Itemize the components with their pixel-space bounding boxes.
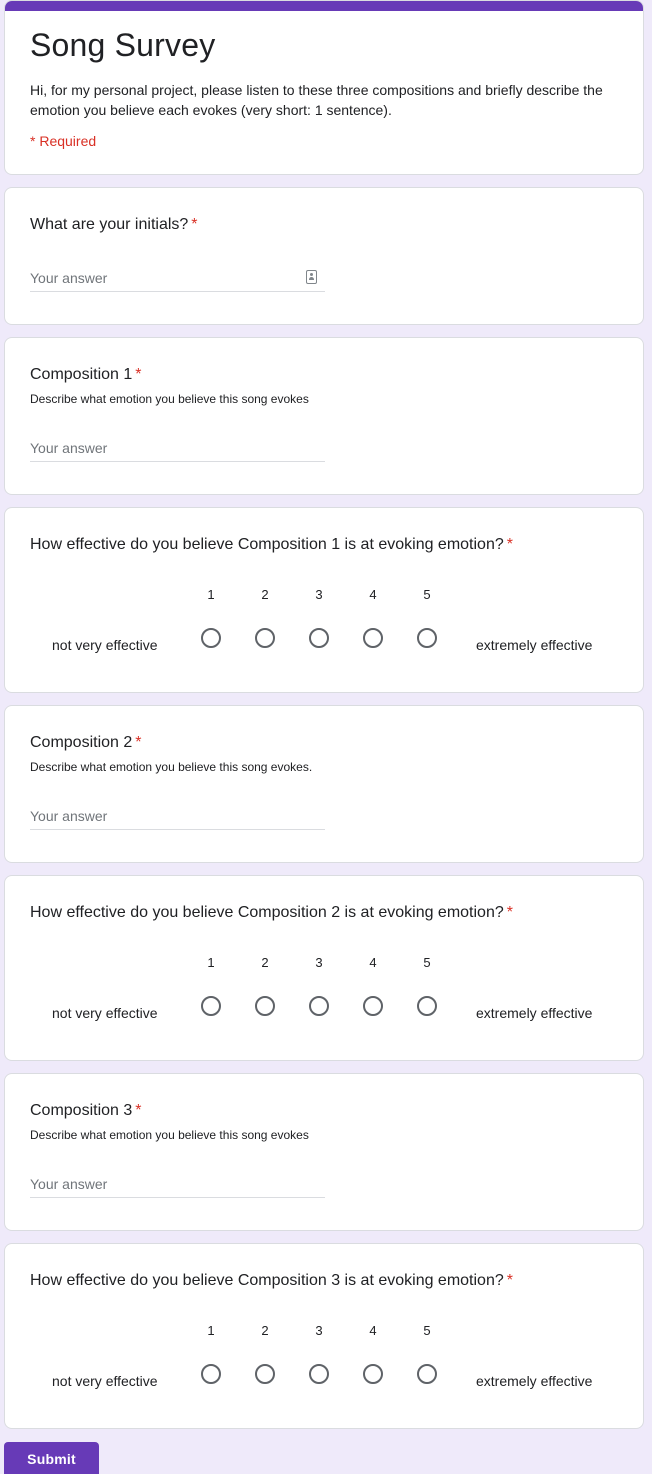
question-title: How effective do you believe Composition…: [30, 904, 513, 921]
answer-placeholder: Your answer: [30, 808, 108, 824]
question-card-rating-3: How effective do you believe Composition…: [4, 1243, 644, 1429]
question-card-composition-2: Composition 2 * Describe what emotion you…: [4, 705, 644, 863]
rating-radio-1[interactable]: [201, 628, 221, 648]
scale-number: 5: [423, 1323, 431, 1338]
question-title: What are your initials? *: [30, 216, 198, 233]
submit-button[interactable]: Submit: [4, 1442, 99, 1474]
contact-card-icon[interactable]: [306, 270, 317, 284]
rating-radio-5[interactable]: [417, 628, 437, 648]
scale-number: 3: [315, 587, 323, 602]
answer-placeholder: Your answer: [30, 440, 108, 456]
rating-radio-2[interactable]: [255, 628, 275, 648]
scale-number: 3: [315, 1323, 323, 1338]
scale-high-label: extremely effective: [476, 1005, 593, 1021]
scale-low-label: not very effective: [52, 1005, 158, 1021]
rating-radio-2[interactable]: [255, 996, 275, 1016]
rating-radio-1[interactable]: [201, 1364, 221, 1384]
required-star: *: [506, 1272, 513, 1289]
required-note: * Required: [30, 133, 97, 149]
scale-number: 4: [369, 1323, 377, 1338]
answer-placeholder: Your answer: [30, 270, 108, 286]
question-card-initials: What are your initials? * Your answer: [4, 187, 644, 325]
scale-number: 2: [261, 1323, 269, 1338]
question-card-rating-1: How effective do you believe Composition…: [4, 507, 644, 693]
form-header-card: Song Survey Hi, for my personal project,…: [4, 0, 644, 175]
required-star: *: [135, 734, 142, 751]
composition-3-input[interactable]: Your answer: [30, 1172, 325, 1198]
scale-low-label: not very effective: [52, 637, 158, 653]
required-star: *: [135, 1102, 142, 1119]
question-description: Describe what emotion you believe this s…: [30, 392, 309, 406]
scale-low-label: not very effective: [52, 1373, 158, 1389]
rating-radio-4[interactable]: [363, 1364, 383, 1384]
question-card-composition-3: Composition 3 * Describe what emotion you…: [4, 1073, 644, 1231]
required-star: *: [506, 536, 513, 553]
initials-input[interactable]: Your answer: [30, 266, 325, 292]
question-title: Composition 2 *: [30, 734, 142, 751]
required-star: *: [506, 904, 513, 921]
scale-number: 3: [315, 955, 323, 970]
answer-placeholder: Your answer: [30, 1176, 108, 1192]
rating-radio-3[interactable]: [309, 996, 329, 1016]
question-title: How effective do you believe Composition…: [30, 1272, 513, 1289]
question-title: Composition 3 *: [30, 1102, 142, 1119]
scale-high-label: extremely effective: [476, 1373, 593, 1389]
composition-2-input[interactable]: Your answer: [30, 804, 325, 830]
question-title: How effective do you believe Composition…: [30, 536, 513, 553]
question-description: Describe what emotion you believe this s…: [30, 760, 313, 774]
accent-bar: [5, 1, 643, 11]
composition-1-input[interactable]: Your answer: [30, 436, 325, 462]
rating-radio-5[interactable]: [417, 996, 437, 1016]
form-description: Hi, for my personal project, please list…: [30, 82, 603, 118]
question-card-composition-1: Composition 1 * Describe what emotion you…: [4, 337, 644, 495]
required-star: *: [191, 216, 198, 233]
rating-radio-5[interactable]: [417, 1364, 437, 1384]
scale-number: 1: [207, 955, 215, 970]
form-title: Song Survey: [30, 27, 216, 63]
scale-number: 5: [423, 955, 431, 970]
scale-high-label: extremely effective: [476, 637, 593, 653]
rating-radio-4[interactable]: [363, 996, 383, 1016]
question-description: Describe what emotion you believe this s…: [30, 1128, 309, 1142]
scale-number: 2: [261, 587, 269, 602]
question-card-rating-2: How effective do you believe Composition…: [4, 875, 644, 1061]
scale-number: 5: [423, 587, 431, 602]
scale-number: 4: [369, 955, 377, 970]
required-star: *: [135, 366, 142, 383]
rating-radio-3[interactable]: [309, 1364, 329, 1384]
scale-number: 1: [207, 587, 215, 602]
rating-radio-3[interactable]: [309, 628, 329, 648]
question-title: Composition 1 *: [30, 366, 142, 383]
rating-radio-1[interactable]: [201, 996, 221, 1016]
scale-number: 2: [261, 955, 269, 970]
rating-radio-2[interactable]: [255, 1364, 275, 1384]
scale-number: 4: [369, 587, 377, 602]
scale-number: 1: [207, 1323, 215, 1338]
rating-radio-4[interactable]: [363, 628, 383, 648]
